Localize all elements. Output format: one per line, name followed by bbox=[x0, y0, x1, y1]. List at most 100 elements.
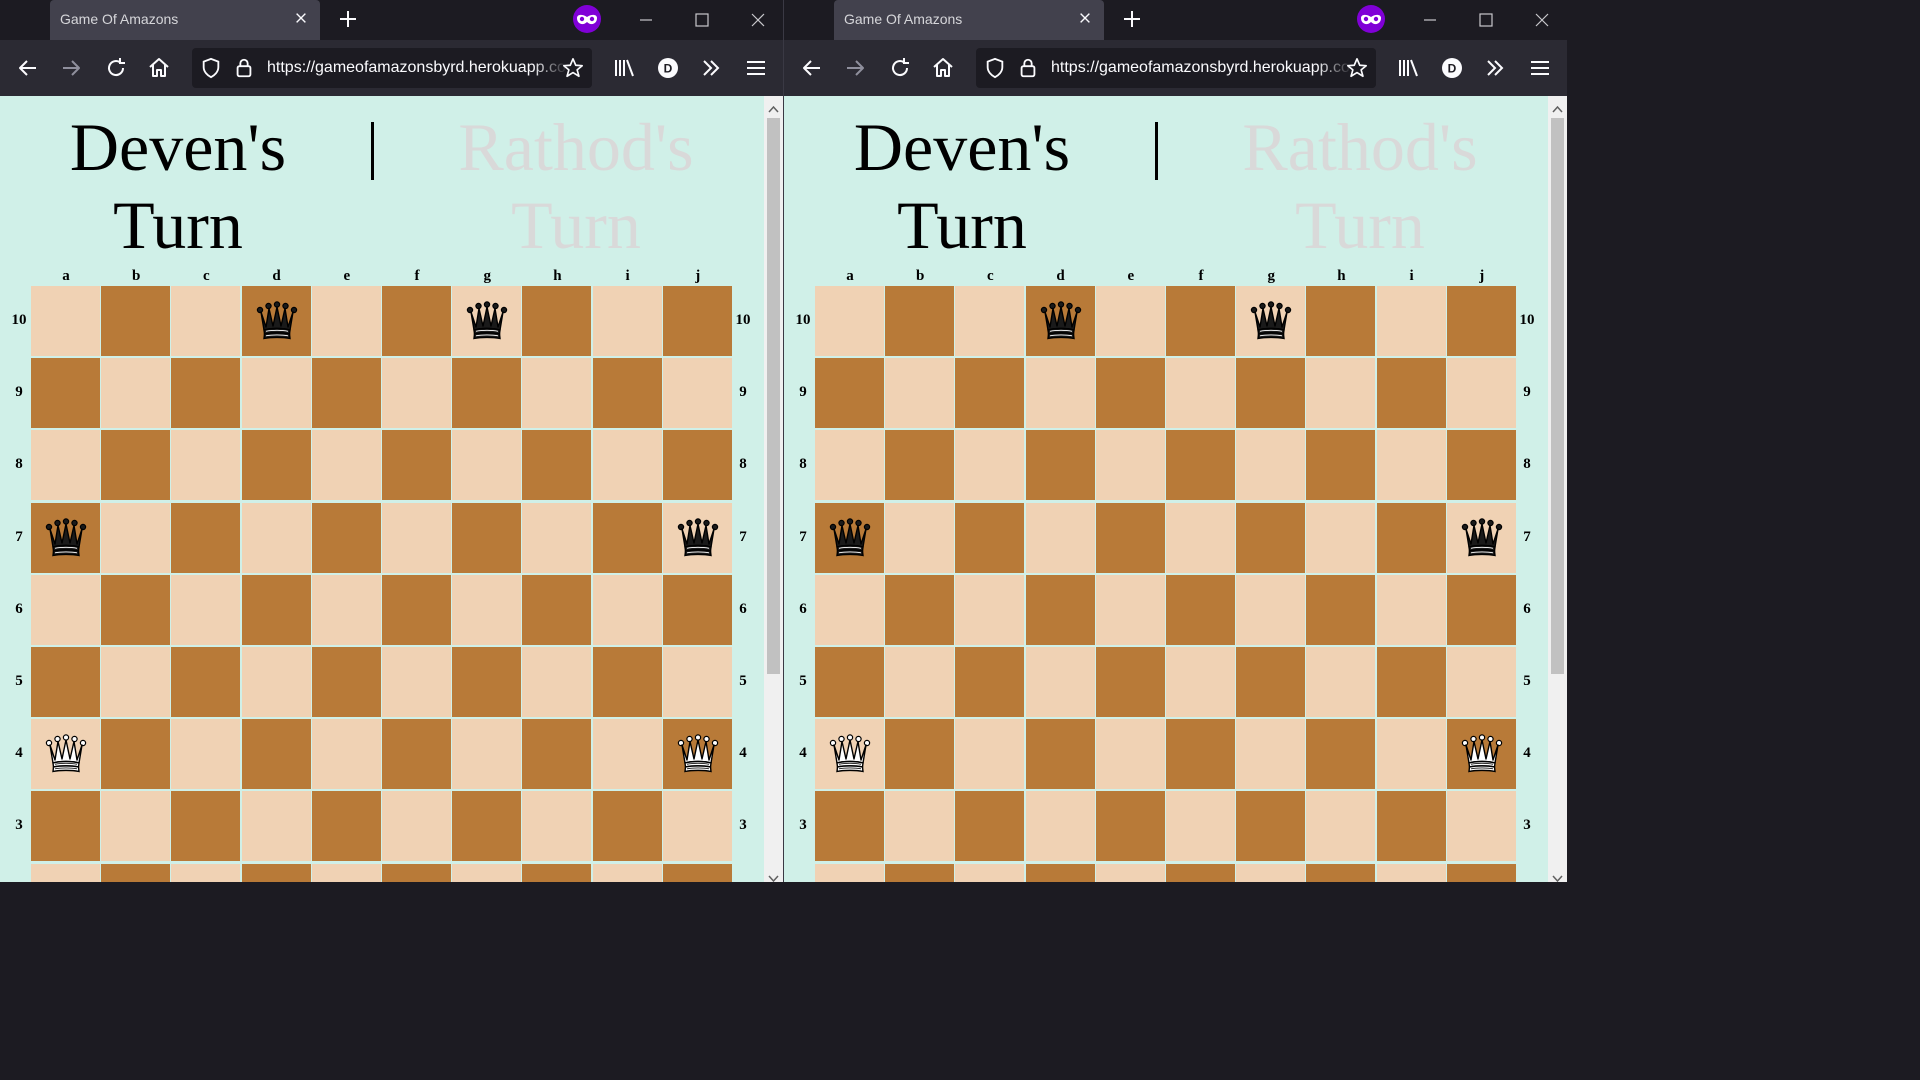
square-d8[interactable] bbox=[241, 430, 311, 501]
square-d3[interactable] bbox=[1025, 791, 1095, 862]
square-h5[interactable] bbox=[522, 647, 592, 717]
shield-icon[interactable] bbox=[200, 57, 224, 81]
square-c2[interactable] bbox=[955, 863, 1025, 882]
square-j2[interactable] bbox=[1446, 863, 1516, 882]
scroll-up-arrow-icon[interactable] bbox=[768, 100, 779, 113]
square-a2[interactable] bbox=[31, 863, 100, 882]
star-icon[interactable] bbox=[1346, 57, 1370, 81]
square-i6[interactable] bbox=[592, 574, 662, 645]
square-e4[interactable] bbox=[311, 719, 381, 790]
square-e3[interactable] bbox=[1095, 791, 1165, 862]
square-g6[interactable] bbox=[1236, 574, 1306, 645]
square-d5[interactable] bbox=[241, 647, 311, 717]
square-b3[interactable] bbox=[101, 791, 171, 862]
square-j6[interactable] bbox=[1446, 574, 1516, 645]
back-arrow-icon[interactable] bbox=[800, 56, 824, 80]
square-g9[interactable] bbox=[452, 358, 522, 429]
queen-icon[interactable] bbox=[1461, 734, 1503, 774]
square-d7[interactable] bbox=[1025, 502, 1095, 573]
square-h9[interactable] bbox=[1306, 358, 1376, 429]
square-j3[interactable] bbox=[1446, 791, 1516, 862]
square-h8[interactable] bbox=[1306, 430, 1376, 501]
square-e3[interactable] bbox=[311, 791, 381, 862]
square-h6[interactable] bbox=[1306, 574, 1376, 645]
square-e9[interactable] bbox=[1095, 358, 1165, 429]
square-d9[interactable] bbox=[1025, 358, 1095, 429]
square-e8[interactable] bbox=[1095, 430, 1165, 501]
square-e2[interactable] bbox=[311, 863, 381, 882]
square-d10[interactable] bbox=[241, 286, 311, 356]
square-c2[interactable] bbox=[171, 863, 241, 882]
plus-icon[interactable] bbox=[338, 9, 358, 29]
queen-icon[interactable] bbox=[1461, 517, 1503, 558]
square-b9[interactable] bbox=[101, 358, 171, 429]
square-a8[interactable] bbox=[31, 430, 100, 501]
square-i5[interactable] bbox=[592, 647, 662, 717]
square-j10[interactable] bbox=[662, 286, 732, 356]
square-a10[interactable] bbox=[815, 286, 884, 356]
square-i6[interactable] bbox=[1376, 574, 1446, 645]
square-b6[interactable] bbox=[101, 574, 171, 645]
queen-icon[interactable] bbox=[829, 734, 871, 774]
square-b8[interactable] bbox=[101, 430, 171, 501]
square-j7[interactable] bbox=[1446, 502, 1516, 573]
square-f5[interactable] bbox=[1166, 647, 1235, 717]
square-d2[interactable] bbox=[1025, 863, 1095, 882]
square-i2[interactable] bbox=[592, 863, 662, 882]
square-a4[interactable] bbox=[31, 719, 100, 790]
square-d8[interactable] bbox=[1025, 430, 1095, 501]
scrollbar-thumb[interactable] bbox=[767, 118, 780, 674]
square-b10[interactable] bbox=[885, 286, 955, 356]
plus-icon[interactable] bbox=[1122, 9, 1142, 29]
square-j8[interactable] bbox=[662, 430, 732, 501]
square-c5[interactable] bbox=[955, 647, 1025, 717]
square-c10[interactable] bbox=[171, 286, 241, 356]
maximize-icon[interactable] bbox=[690, 8, 714, 32]
square-a5[interactable] bbox=[815, 647, 884, 717]
forward-arrow-icon[interactable] bbox=[843, 56, 867, 80]
square-g5[interactable] bbox=[452, 647, 522, 717]
square-d5[interactable] bbox=[1025, 647, 1095, 717]
square-i8[interactable] bbox=[1376, 430, 1446, 501]
square-i3[interactable] bbox=[1376, 791, 1446, 862]
square-e6[interactable] bbox=[311, 574, 381, 645]
square-e5[interactable] bbox=[1095, 647, 1165, 717]
square-j2[interactable] bbox=[662, 863, 732, 882]
square-h2[interactable] bbox=[522, 863, 592, 882]
square-a4[interactable] bbox=[815, 719, 884, 790]
minimize-icon[interactable] bbox=[634, 8, 658, 32]
square-j3[interactable] bbox=[662, 791, 732, 862]
account-icon[interactable]: D bbox=[1440, 56, 1464, 80]
square-c8[interactable] bbox=[171, 430, 241, 501]
square-b10[interactable] bbox=[101, 286, 171, 356]
square-h5[interactable] bbox=[1306, 647, 1376, 717]
square-j6[interactable] bbox=[662, 574, 732, 645]
square-h6[interactable] bbox=[522, 574, 592, 645]
square-d6[interactable] bbox=[1025, 574, 1095, 645]
square-g4[interactable] bbox=[1236, 719, 1306, 790]
library-icon[interactable] bbox=[1396, 56, 1420, 80]
square-f2[interactable] bbox=[1166, 863, 1235, 882]
queen-icon[interactable] bbox=[1250, 301, 1292, 341]
queen-icon[interactable] bbox=[829, 517, 871, 558]
square-i9[interactable] bbox=[592, 358, 662, 429]
square-h3[interactable] bbox=[1306, 791, 1376, 862]
square-h10[interactable] bbox=[522, 286, 592, 356]
back-arrow-icon[interactable] bbox=[16, 56, 40, 80]
library-icon[interactable] bbox=[612, 56, 636, 80]
square-j7[interactable] bbox=[662, 502, 732, 573]
square-g7[interactable] bbox=[452, 502, 522, 573]
square-j4[interactable] bbox=[1446, 719, 1516, 790]
url-bar[interactable]: https://gameofamazonsbyrd.herokuapp.com/ bbox=[192, 48, 592, 88]
minimize-icon[interactable] bbox=[1418, 8, 1442, 32]
square-e5[interactable] bbox=[311, 647, 381, 717]
square-e4[interactable] bbox=[1095, 719, 1165, 790]
square-i9[interactable] bbox=[1376, 358, 1446, 429]
reload-icon[interactable] bbox=[888, 56, 912, 80]
square-b5[interactable] bbox=[101, 647, 171, 717]
square-d4[interactable] bbox=[241, 719, 311, 790]
square-h9[interactable] bbox=[522, 358, 592, 429]
square-e7[interactable] bbox=[311, 502, 381, 573]
square-j5[interactable] bbox=[1446, 647, 1516, 717]
square-b4[interactable] bbox=[101, 719, 171, 790]
